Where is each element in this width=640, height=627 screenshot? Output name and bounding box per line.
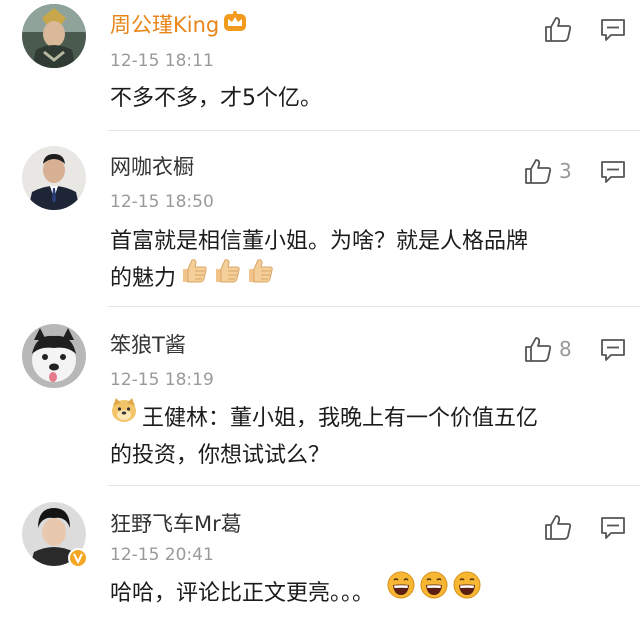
comment-item-3: 笨狼T酱 12-15 18:19 王健林：董小姐，我晚上有一个价值五亿 的投资，… bbox=[0, 307, 640, 485]
comment-text: 首富就是相信董小姐。为啥？就是人格品牌 的魅力 bbox=[110, 223, 528, 297]
verified-v-icon bbox=[68, 548, 88, 568]
grinning-face-emoji bbox=[452, 570, 482, 612]
crown-vip-icon bbox=[223, 10, 247, 38]
comment-item-2: 网咖衣橱 12-15 18:50 首富就是相信董小姐。为啥？就是人格品牌 的魅力… bbox=[0, 131, 640, 306]
thumbs-up-outline-icon bbox=[545, 17, 572, 42]
grinning-face-emoji bbox=[386, 570, 416, 612]
like-button[interactable] bbox=[543, 15, 573, 43]
thumbs-up-emoji bbox=[179, 255, 209, 297]
avatar[interactable] bbox=[22, 146, 86, 210]
like-button[interactable]: 8 bbox=[523, 335, 572, 363]
username[interactable]: 笨狼T酱 bbox=[110, 332, 186, 358]
thumbs-up-emoji bbox=[212, 255, 242, 297]
comment-bubble-icon[interactable] bbox=[600, 338, 626, 362]
thumbs-up-outline-icon bbox=[545, 515, 572, 540]
comment-text: 不多不多，才5个亿。 bbox=[110, 86, 322, 111]
username[interactable]: 网咖衣橱 bbox=[110, 154, 194, 180]
timestamp: 12-15 18:11 bbox=[110, 51, 214, 71]
like-count: 8 bbox=[559, 337, 572, 361]
comment-bubble-icon[interactable] bbox=[600, 160, 626, 184]
like-button[interactable]: 3 bbox=[523, 157, 572, 185]
doge-emoji bbox=[110, 396, 138, 436]
timestamp: 12-15 18:19 bbox=[110, 370, 214, 390]
username[interactable]: 狂野飞车Mr葛 bbox=[110, 511, 242, 537]
timestamp: 12-15 20:41 bbox=[110, 545, 214, 565]
avatar[interactable] bbox=[22, 324, 86, 388]
timestamp: 12-15 18:50 bbox=[110, 192, 214, 212]
comment-text: 哈哈，评论比正文更亮。。。 bbox=[110, 571, 482, 612]
grinning-face-emoji bbox=[419, 570, 449, 612]
comment-item-4: 狂野飞车Mr葛 12-15 20:41 哈哈，评论比正文更亮。。。 bbox=[0, 486, 640, 627]
comment-bubble-icon[interactable] bbox=[600, 18, 626, 42]
comment-text: 王健林：董小姐，我晚上有一个价值五亿 的投资，你想试试么？ bbox=[110, 398, 538, 474]
like-button[interactable] bbox=[543, 513, 573, 541]
thumbs-up-outline-icon bbox=[525, 337, 552, 362]
avatar[interactable] bbox=[22, 4, 86, 68]
username[interactable]: 周公瑾King bbox=[110, 10, 247, 38]
thumbs-up-emoji bbox=[245, 255, 275, 297]
comment-bubble-icon[interactable] bbox=[600, 516, 626, 540]
avatar[interactable] bbox=[22, 502, 88, 568]
comment-item-1: 周公瑾King 12-15 18:11 不多不多，才5个亿。 bbox=[0, 0, 640, 130]
like-count: 3 bbox=[559, 159, 572, 183]
thumbs-up-outline-icon bbox=[525, 159, 552, 184]
